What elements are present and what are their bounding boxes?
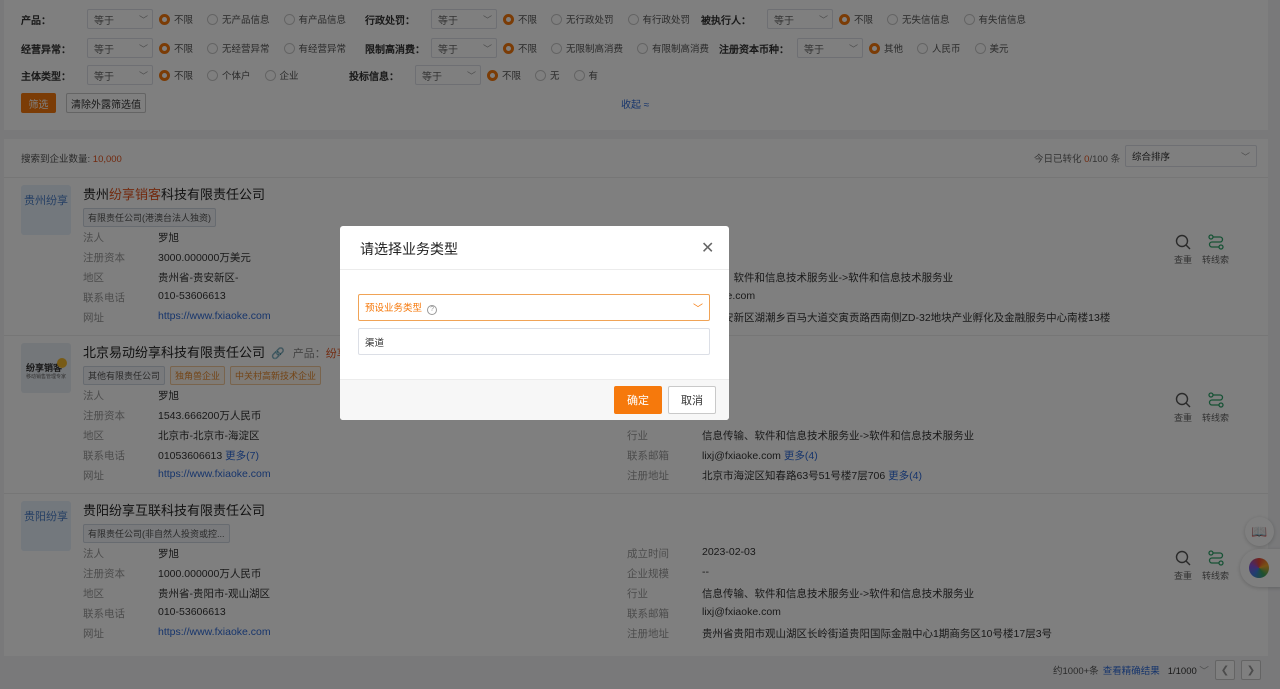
business-type-select[interactable]: 预设业务类型? ﹀: [358, 294, 710, 321]
dialog-title: 请选择业务类型: [360, 241, 458, 257]
business-type-dialog: 请选择业务类型 ✕ 预设业务类型? ﹀ 渠道 确定 取消: [340, 226, 729, 420]
chevron-down-icon: ﹀: [693, 304, 703, 315]
app-frame: 产品： 等于﹀ 不限 无产品信息 有产品信息 行政处罚： 等于﹀ 不限 无行政处…: [0, 0, 1280, 689]
cancel-button[interactable]: 取消: [668, 386, 716, 414]
dialog-footer: 确定 取消: [340, 379, 729, 420]
select-placeholder: 预设业务类型?: [365, 300, 438, 315]
input-value: 渠道: [365, 337, 385, 349]
placeholder-text: 预设业务类型: [365, 303, 423, 314]
divider: [340, 269, 729, 270]
close-icon[interactable]: ✕: [701, 238, 714, 258]
help-icon[interactable]: ?: [427, 305, 438, 315]
channel-input[interactable]: 渠道: [358, 328, 710, 355]
confirm-button[interactable]: 确定: [614, 386, 662, 414]
